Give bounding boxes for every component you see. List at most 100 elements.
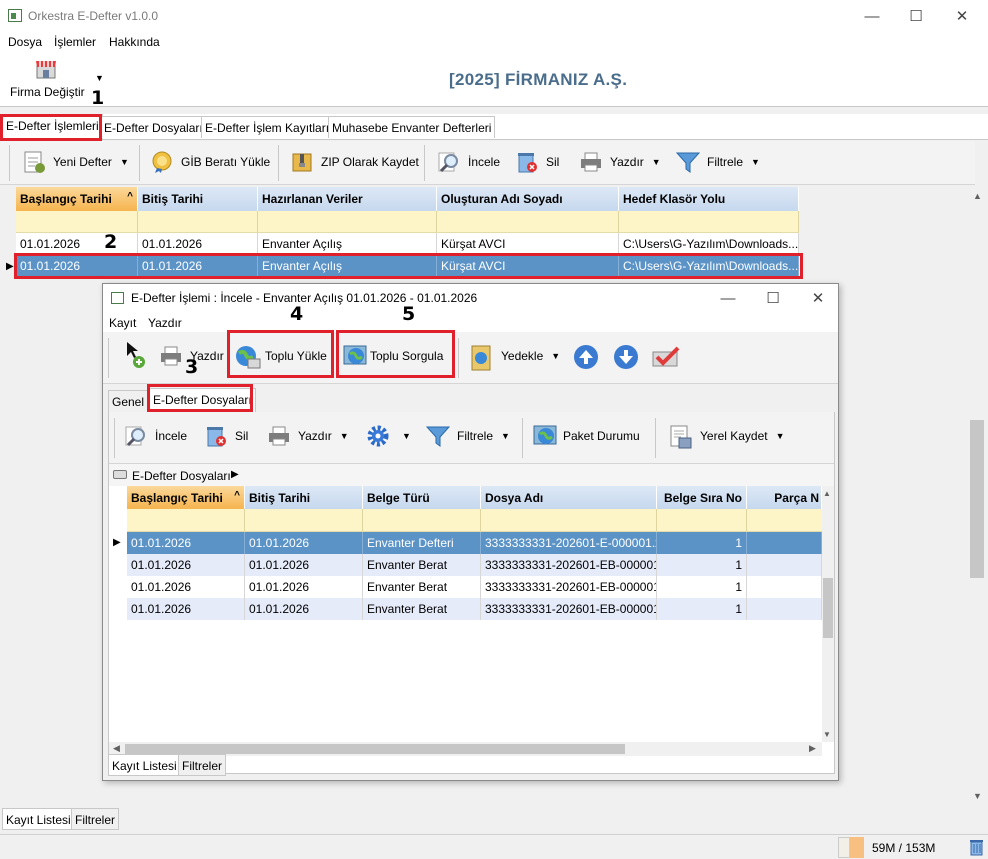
status-bar: 59M / 153M	[0, 834, 988, 859]
package-status-button[interactable]: Paket Durumu	[532, 424, 640, 448]
marker-5: 5	[402, 303, 416, 325]
tab-filtreler[interactable]: Filtreler	[71, 808, 120, 830]
inner-filter-button[interactable]: Filtrele ▼	[425, 424, 510, 448]
new-document-icon	[22, 150, 46, 174]
table-row[interactable]: 01.01.2026 01.01.2026 Envanter Berat 333…	[127, 554, 822, 576]
filter-icon	[675, 150, 701, 174]
chevron-down-icon[interactable]: ▼	[776, 431, 785, 441]
dialog-menu-bar: Kayıt Yazdır	[103, 312, 838, 332]
scroll-thumb[interactable]	[970, 420, 984, 578]
chevron-down-icon[interactable]: ▼	[95, 73, 104, 83]
tab-filtreler[interactable]: Filtreler	[178, 754, 227, 776]
scroll-down-icon[interactable]: ▼	[823, 730, 831, 739]
main-grid: Başlangıç Tarihi ^ Bitiş Tarihi Hazırlana…	[16, 187, 799, 277]
dialog-minimize-button[interactable]: —	[705, 284, 751, 312]
menu-yazdir[interactable]: Yazdır	[148, 316, 182, 330]
add-record-button[interactable]	[125, 342, 149, 373]
company-name: [2025] FİRMANIZ A.Ş.	[449, 70, 628, 89]
dialog-close-button[interactable]: ✕	[795, 284, 841, 312]
table-row[interactable]: 01.01.2026 01.01.2026 Envanter Berat 333…	[127, 576, 822, 598]
inner-print-button[interactable]: Yazdır ▼	[267, 424, 349, 448]
col-belge-turu[interactable]: Belge Türü	[363, 486, 481, 509]
tab-kayit-listesi[interactable]: Kayıt Listesi	[108, 754, 181, 776]
tab-kayit-listesi[interactable]: Kayıt Listesi	[2, 808, 75, 830]
globe-upload-icon	[234, 344, 261, 369]
minimize-button[interactable]: —	[849, 0, 895, 32]
tab-edefter-islemleri[interactable]: E-Defter İşlemleri	[2, 114, 103, 139]
scroll-up-icon[interactable]: ▲	[823, 489, 831, 498]
bulk-upload-button[interactable]: Toplu Yükle	[234, 344, 327, 369]
menu-dosya[interactable]: Dosya	[8, 35, 42, 49]
trash-icon[interactable]	[969, 838, 984, 859]
move-down-icon[interactable]	[613, 344, 639, 373]
scroll-thumb[interactable]	[823, 578, 833, 638]
title-bar: Orkestra E-Defter v1.0.0 — ☐ ✕	[0, 0, 988, 32]
bulk-query-button[interactable]: Toplu Sorgula	[342, 344, 443, 368]
col-bitis[interactable]: Bitiş Tarihi	[138, 187, 258, 211]
chevron-down-icon[interactable]: ▼	[751, 157, 760, 167]
maximize-button[interactable]: ☐	[893, 0, 939, 32]
move-up-icon[interactable]	[573, 344, 599, 373]
delete-button[interactable]: Sil	[515, 150, 559, 174]
table-row-selected[interactable]: 01.01.2026 01.01.2026 Envanter Defteri 3…	[127, 532, 822, 554]
inner-delete-button[interactable]: Sil	[204, 424, 248, 448]
chevron-down-icon[interactable]: ▼	[652, 157, 661, 167]
table-row-selected[interactable]: 01.01.2026 01.01.2026 Envanter Açılış Kü…	[16, 255, 799, 277]
scroll-up-icon[interactable]: ▲	[973, 191, 982, 201]
tab-muhasebe-envanter[interactable]: Muhasebe Envanter Defterleri	[328, 116, 496, 138]
print-button[interactable]: Yazdır ▼	[579, 150, 661, 174]
col-hazirlanan[interactable]: Hazırlanan Veriler	[258, 187, 437, 211]
zip-save-button[interactable]: ZIP Olarak Kaydet	[290, 150, 419, 174]
col-olusturan[interactable]: Oluşturan Adı Soyadı	[437, 187, 619, 211]
dialog-title: E-Defter İşlemi : İncele - Envanter Açıl…	[131, 291, 478, 305]
col-belge-sira[interactable]: Belge Sıra No	[657, 486, 747, 509]
tab-dialog-edefter-dosyalari[interactable]: E-Defter Dosyaları	[149, 388, 256, 413]
window-title: Orkestra E-Defter v1.0.0	[28, 9, 159, 23]
magnifier-icon	[437, 150, 461, 174]
inner-inspect-button[interactable]: İncele	[124, 424, 187, 448]
menu-kayit[interactable]: Kayıt	[109, 316, 136, 330]
store-icon[interactable]	[34, 58, 58, 80]
chevron-down-icon[interactable]: ▼	[501, 431, 510, 441]
tab-edefter-dosyalari[interactable]: E-Defter Dosyaları	[100, 116, 207, 138]
breadcrumb-label[interactable]: E-Defter Dosyaları	[132, 469, 231, 483]
col-baslangic[interactable]: Başlangıç Tarihi ^	[127, 486, 245, 509]
main-scrollbar[interactable]: ▲ ▼	[969, 187, 986, 805]
table-row[interactable]: 01.01.2026 01.01.2026 Envanter Berat 333…	[127, 598, 822, 620]
tab-genel[interactable]: Genel	[108, 390, 149, 412]
backup-button[interactable]: Yedekle ▼	[470, 344, 560, 371]
save-local-button[interactable]: Yerel Kaydet ▼	[669, 424, 785, 449]
chevron-down-icon[interactable]: ▼	[551, 351, 560, 361]
menu-hakkinda[interactable]: Hakkında	[109, 35, 160, 49]
printer-icon	[579, 150, 603, 174]
firm-switch-label[interactable]: Firma Değiştir	[10, 85, 85, 99]
scroll-left-icon[interactable]: ◀	[113, 743, 120, 754]
chevron-down-icon[interactable]: ▼	[340, 431, 349, 441]
new-ledger-button[interactable]: Yeni Defter ▼	[22, 150, 129, 174]
tab-edefter-islem-kayitlari[interactable]: E-Defter İşlem Kayıtları	[201, 116, 334, 138]
globe-query-icon	[532, 424, 557, 448]
table-row[interactable]: 01.01.2026 01.01.2026 Envanter Açılış Kü…	[16, 233, 799, 255]
files-vscroll[interactable]: ▲ ▼	[822, 486, 834, 742]
col-baslangic[interactable]: Başlangıç Tarihi ^	[16, 187, 138, 211]
gib-upload-button[interactable]: GİB Beratı Yükle	[150, 150, 270, 174]
filter-button[interactable]: Filtrele ▼	[675, 150, 760, 174]
filter-row[interactable]	[16, 211, 799, 233]
scroll-thumb[interactable]	[125, 744, 625, 754]
chevron-down-icon[interactable]: ▼	[120, 157, 129, 167]
chevron-right-icon[interactable]: ▶	[231, 469, 239, 480]
chevron-down-icon[interactable]: ▼	[402, 431, 411, 441]
scroll-down-icon[interactable]: ▼	[973, 791, 982, 801]
scroll-right-icon[interactable]: ▶	[809, 743, 816, 754]
dialog-maximize-button[interactable]: ☐	[750, 284, 796, 312]
col-parca[interactable]: Parça N	[747, 486, 822, 509]
col-hedef[interactable]: Hedef Klasör Yolu	[619, 187, 799, 211]
approve-icon[interactable]	[651, 344, 681, 373]
menu-islemler[interactable]: İşlemler	[54, 35, 96, 49]
col-dosya-adi[interactable]: Dosya Adı	[481, 486, 657, 509]
close-button[interactable]: ✕	[939, 0, 985, 32]
filter-row[interactable]	[127, 509, 822, 532]
col-bitis[interactable]: Bitiş Tarihi	[245, 486, 363, 509]
settings-button[interactable]: ▼	[366, 424, 411, 448]
inspect-button[interactable]: İncele	[437, 150, 500, 174]
